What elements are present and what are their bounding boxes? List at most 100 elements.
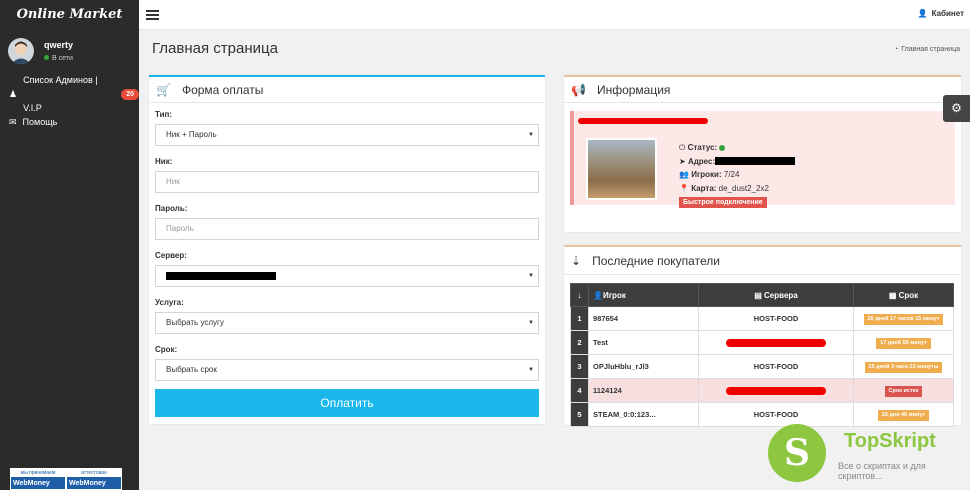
- server-cell: HOST-FOOD: [698, 306, 854, 331]
- col-label: Игрок: [602, 290, 626, 300]
- player-cell: 1124124: [588, 378, 699, 403]
- nick-label: Ник:: [155, 157, 173, 166]
- user-status: В сети: [44, 55, 73, 62]
- app-logo[interactable]: Online Market: [0, 0, 139, 30]
- table-row: 2 Test 17 дней 55 минут: [570, 330, 954, 355]
- cabinet-link[interactable]: 👤 Кабинет: [918, 9, 964, 18]
- sidebar: Online Market qwerty В сети ♟ Список Адм…: [0, 0, 139, 490]
- row-number: 2: [570, 330, 589, 355]
- players-value: 7/24: [723, 170, 740, 179]
- map-marker-icon: 📍: [679, 183, 692, 193]
- map-value: de_dust2_2x2: [718, 183, 769, 193]
- count-badge: 20: [121, 88, 139, 100]
- term-select[interactable]: Выбрать срок ▼: [155, 359, 539, 381]
- service-select[interactable]: Выбрать услугу ▼: [155, 312, 539, 334]
- table-row: 5 STEAM_0:0:123... HOST-FOOD 26 дня 46 м…: [570, 402, 954, 427]
- row-number: 4: [570, 378, 589, 403]
- webmoney-top: аттестован: [67, 469, 121, 477]
- address-row: ➤ Адрес:: [679, 155, 796, 169]
- server-cell: HOST-FOOD: [698, 402, 854, 427]
- row-number: 1: [570, 306, 589, 331]
- webmoney-bottom: WebMoney: [69, 480, 106, 487]
- envelope-icon: ✉: [9, 117, 17, 127]
- password-placeholder: Пароль: [166, 224, 194, 233]
- col-player[interactable]: 👤Игрок: [588, 283, 699, 307]
- term-cell: 26 дней 17 часов 15 минут: [853, 306, 954, 331]
- type-value: Ник + Пароль: [166, 130, 217, 139]
- sidebar-item-help[interactable]: ✉ Помощь: [0, 108, 139, 136]
- col-servers[interactable]: ▤ Сервера: [698, 283, 854, 307]
- webmoney-accept-badge[interactable]: мы принимаем WebMoney: [10, 468, 66, 490]
- webmoney-attest-badge[interactable]: аттестован WebMoney: [66, 468, 122, 490]
- online-dot-icon: [44, 55, 49, 60]
- panel-header: 📢 Информация: [564, 77, 961, 103]
- settings-gear-icon[interactable]: ⚙: [943, 95, 970, 122]
- breadcrumb[interactable]: ◔ Главная страница: [894, 46, 960, 53]
- user-icon: 👤: [917, 9, 928, 18]
- person-icon: ♟: [9, 89, 18, 99]
- map-thumbnail: [586, 138, 657, 200]
- megaphone-icon: 📢: [571, 82, 586, 97]
- players-label: Игроки:: [691, 170, 722, 179]
- avatar: [8, 38, 34, 64]
- topskript-logo: S: [768, 424, 826, 482]
- term-badge: 25 дней 3 часа 23 минуты: [864, 361, 943, 373]
- player-cell: OPJluHblu_rJl3: [588, 354, 699, 379]
- term-value: Выбрать срок: [166, 365, 217, 374]
- col-term[interactable]: ▦ Срок: [853, 283, 954, 307]
- status-row: ⏻ Статус:: [679, 141, 795, 155]
- panel-title: Последние покупатели: [592, 253, 720, 268]
- location-arrow-icon: ➤: [679, 156, 688, 166]
- table-row: 4 1124124 Срок истек: [570, 378, 954, 403]
- cabinet-label: Кабинет: [931, 9, 964, 18]
- player-cell: STEAM_0:0:123...: [588, 402, 699, 427]
- sidebar-item-admins[interactable]: ♟ Список Админов | V.I.P 20: [0, 75, 139, 113]
- payment-form-panel: 🛒 Форма оплаты Тип: Ник + Пароль ▼ Ник: Н…: [149, 75, 545, 424]
- user-icon: 👤: [593, 290, 603, 300]
- sort-icon: ⇣: [571, 253, 582, 268]
- map-row: 📍 Карта: de_dust2_2x2: [679, 182, 795, 196]
- table-row: 1 987654 HOST-FOOD 26 дней 17 часов 15 м…: [570, 306, 954, 331]
- status-label: Статус:: [687, 143, 718, 152]
- topskript-watermark: S TopSkript Все о скриптах и для скрипто…: [768, 424, 968, 490]
- online-indicator-icon: [719, 144, 726, 151]
- player-cell: Test: [588, 330, 699, 355]
- sort-arrow-icon[interactable]: ↓: [570, 283, 589, 307]
- page-title: Главная страница: [152, 40, 278, 57]
- server-icon: ▤: [754, 290, 765, 300]
- menu-toggle-icon[interactable]: [146, 10, 159, 20]
- password-input[interactable]: Пароль: [155, 218, 539, 240]
- redacted-server: [726, 339, 826, 347]
- table-header-row: ↓ 👤Игрок ▤ Сервера ▦ Срок: [570, 283, 954, 307]
- redacted-address: [715, 157, 796, 166]
- type-select[interactable]: Ник + Пароль ▼: [155, 124, 539, 146]
- table-row: 3 OPJluHblu_rJl3 HOST-FOOD 25 дней 3 час…: [570, 354, 954, 379]
- player-cell: 987654: [588, 306, 699, 331]
- term-cell: 25 дней 3 часа 23 минуты: [853, 354, 954, 379]
- webmoney-bottom: WebMoney: [13, 480, 50, 487]
- type-label: Тип:: [155, 110, 172, 119]
- info-panel: 📢 Информация ⏻ Статус: ➤ Адрес: 👥 Игроки…: [564, 75, 961, 232]
- col-label: Срок: [898, 290, 919, 300]
- users-icon: 👥: [679, 170, 692, 179]
- pay-button[interactable]: Оплатить: [155, 389, 539, 417]
- server-label: Сервер:: [155, 251, 187, 260]
- term-label: Срок:: [155, 345, 178, 354]
- server-select[interactable]: ▼: [155, 265, 539, 287]
- topbar: 👤 Кабинет: [139, 0, 970, 30]
- user-status-text: В сети: [52, 55, 73, 62]
- term-badge: 26 дня 46 минут: [877, 409, 930, 421]
- col-label: Сервера: [764, 290, 798, 300]
- webmoney-top: мы принимаем: [11, 469, 65, 477]
- topskript-tagline: Все о скриптах и для скриптов...: [838, 461, 926, 481]
- term-cell: 26 дня 46 минут: [853, 402, 954, 427]
- sidebar-item-label: Помощь: [22, 117, 58, 127]
- nick-input[interactable]: Ник: [155, 171, 539, 193]
- term-badge: 17 дней 55 минут: [876, 337, 931, 349]
- topskript-name: TopSkript: [844, 430, 936, 452]
- panel-header: ⇣ Последние покупатели: [564, 247, 961, 275]
- nick-placeholder: Ник: [166, 177, 180, 186]
- quick-connect-button[interactable]: Быстрое подключение: [679, 197, 767, 208]
- term-badge: 26 дней 17 часов 15 минут: [863, 313, 944, 325]
- redacted-server: [166, 271, 276, 280]
